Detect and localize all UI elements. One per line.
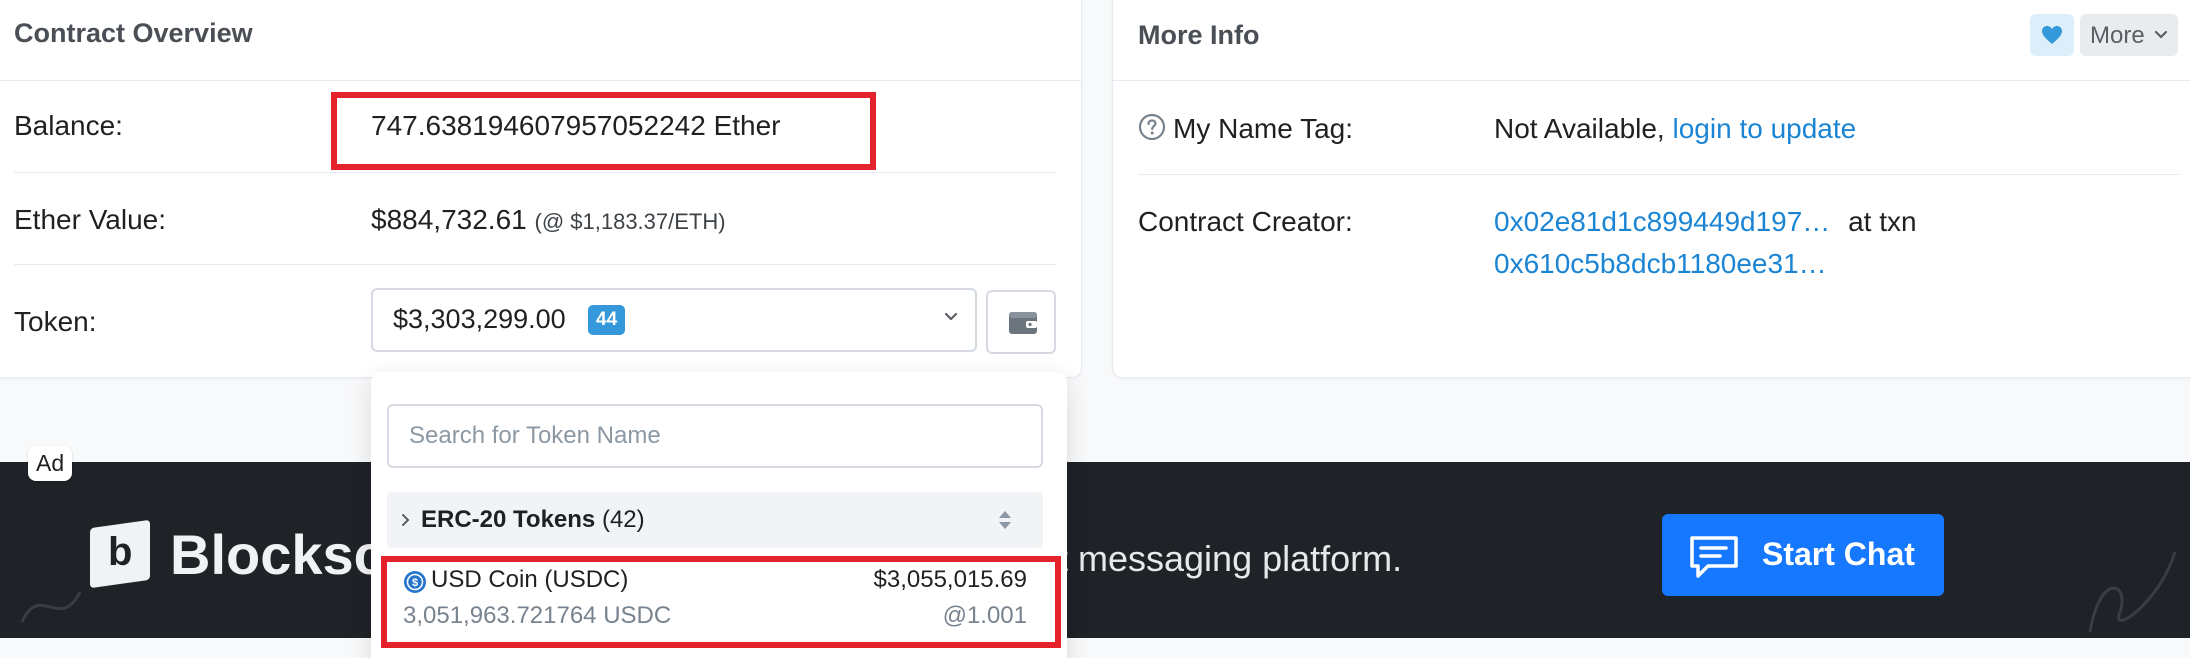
more-button-label: More bbox=[2090, 22, 2145, 49]
more-info-card bbox=[1112, 0, 2190, 378]
chevron-right-icon bbox=[402, 514, 410, 526]
ether-value-amount: $884,732.61 bbox=[371, 204, 527, 235]
start-chat-button[interactable]: Start Chat bbox=[1662, 514, 1944, 596]
favorite-button[interactable] bbox=[2030, 14, 2074, 56]
erc20-group-name: ERC-20 Tokens bbox=[421, 506, 596, 533]
login-to-update-link[interactable]: login to update bbox=[1673, 113, 1857, 144]
chevron-down-icon bbox=[2154, 30, 2168, 39]
more-dropdown-button[interactable]: More bbox=[2080, 14, 2178, 56]
ad-badge: Ad bbox=[28, 446, 73, 481]
contract-creator-line1: 0x02e81d1c899449d197… at txn bbox=[1494, 206, 1917, 238]
name-tag-label: My Name Tag: bbox=[1173, 113, 1353, 144]
ether-value: $884,732.61 (@ $1,183.37/ETH) bbox=[371, 204, 726, 236]
overview-header-divider bbox=[0, 80, 1082, 81]
wallet-icon bbox=[1009, 312, 1037, 334]
sort-icon[interactable] bbox=[997, 508, 1013, 532]
name-tag-divider bbox=[1138, 174, 2180, 175]
question-circle-icon[interactable] bbox=[1138, 113, 1166, 141]
more-info-title: More Info bbox=[1138, 20, 1260, 50]
more-info-header-divider bbox=[1112, 80, 2190, 81]
ad-brand-name: Blocksc bbox=[170, 523, 385, 586]
heart-icon bbox=[2042, 26, 2062, 44]
token-search-input[interactable] bbox=[387, 404, 1043, 468]
name-tag-value: Not Available, login to update bbox=[1494, 113, 1856, 145]
wallet-button[interactable] bbox=[986, 290, 1056, 354]
start-chat-label: Start Chat bbox=[1762, 536, 1915, 572]
token-holdings-select[interactable]: $3,303,299.00 44 bbox=[371, 288, 977, 352]
name-tag-status: Not Available, bbox=[1494, 113, 1665, 144]
erc20-tokens-group-header[interactable]: ERC-20 Tokens (42) bbox=[387, 492, 1043, 548]
contract-creator-line2: 0x610c5b8dcb1180ee31… bbox=[1494, 248, 1827, 280]
balance-highlight-box bbox=[331, 92, 876, 170]
erc20-group-label: ERC-20 Tokens (42) bbox=[421, 506, 645, 534]
squiggle-decoration-icon bbox=[2088, 551, 2177, 633]
erc20-group-count: (42) bbox=[601, 506, 645, 533]
squiggle-decoration-icon bbox=[20, 591, 82, 623]
balance-divider bbox=[14, 172, 1056, 173]
balance-label: Balance: bbox=[14, 110, 123, 141]
token-total-value: $3,303,299.00 bbox=[393, 304, 566, 334]
token-count-badge: 44 bbox=[588, 305, 626, 335]
ether-rate: (@ $1,183.37/ETH) bbox=[534, 209, 726, 234]
contract-overview-title: Contract Overview bbox=[14, 18, 253, 48]
ether-value-divider bbox=[14, 264, 1056, 265]
usdc-highlight-box bbox=[381, 556, 1061, 648]
ad-banner[interactable]: b Blocksc t messaging platform. Start Ch… bbox=[0, 462, 2190, 638]
token-label: Token: bbox=[14, 306, 97, 337]
chevron-down-icon bbox=[944, 312, 958, 321]
at-txn-text: at txn bbox=[1848, 206, 1917, 237]
contract-creator-label: Contract Creator: bbox=[1138, 206, 1353, 237]
ether-value-label: Ether Value: bbox=[14, 204, 167, 235]
creator-txn-link[interactable]: 0x610c5b8dcb1180ee31… bbox=[1494, 248, 1827, 279]
ad-logo-letter: b bbox=[108, 530, 133, 574]
page: Contract Overview Balance: 747.638194607… bbox=[0, 0, 2190, 658]
ad-tagline: t messaging platform. bbox=[1058, 538, 1403, 579]
chat-bubble-icon bbox=[1690, 536, 1738, 578]
creator-address-link[interactable]: 0x02e81d1c899449d197… bbox=[1494, 206, 1830, 237]
